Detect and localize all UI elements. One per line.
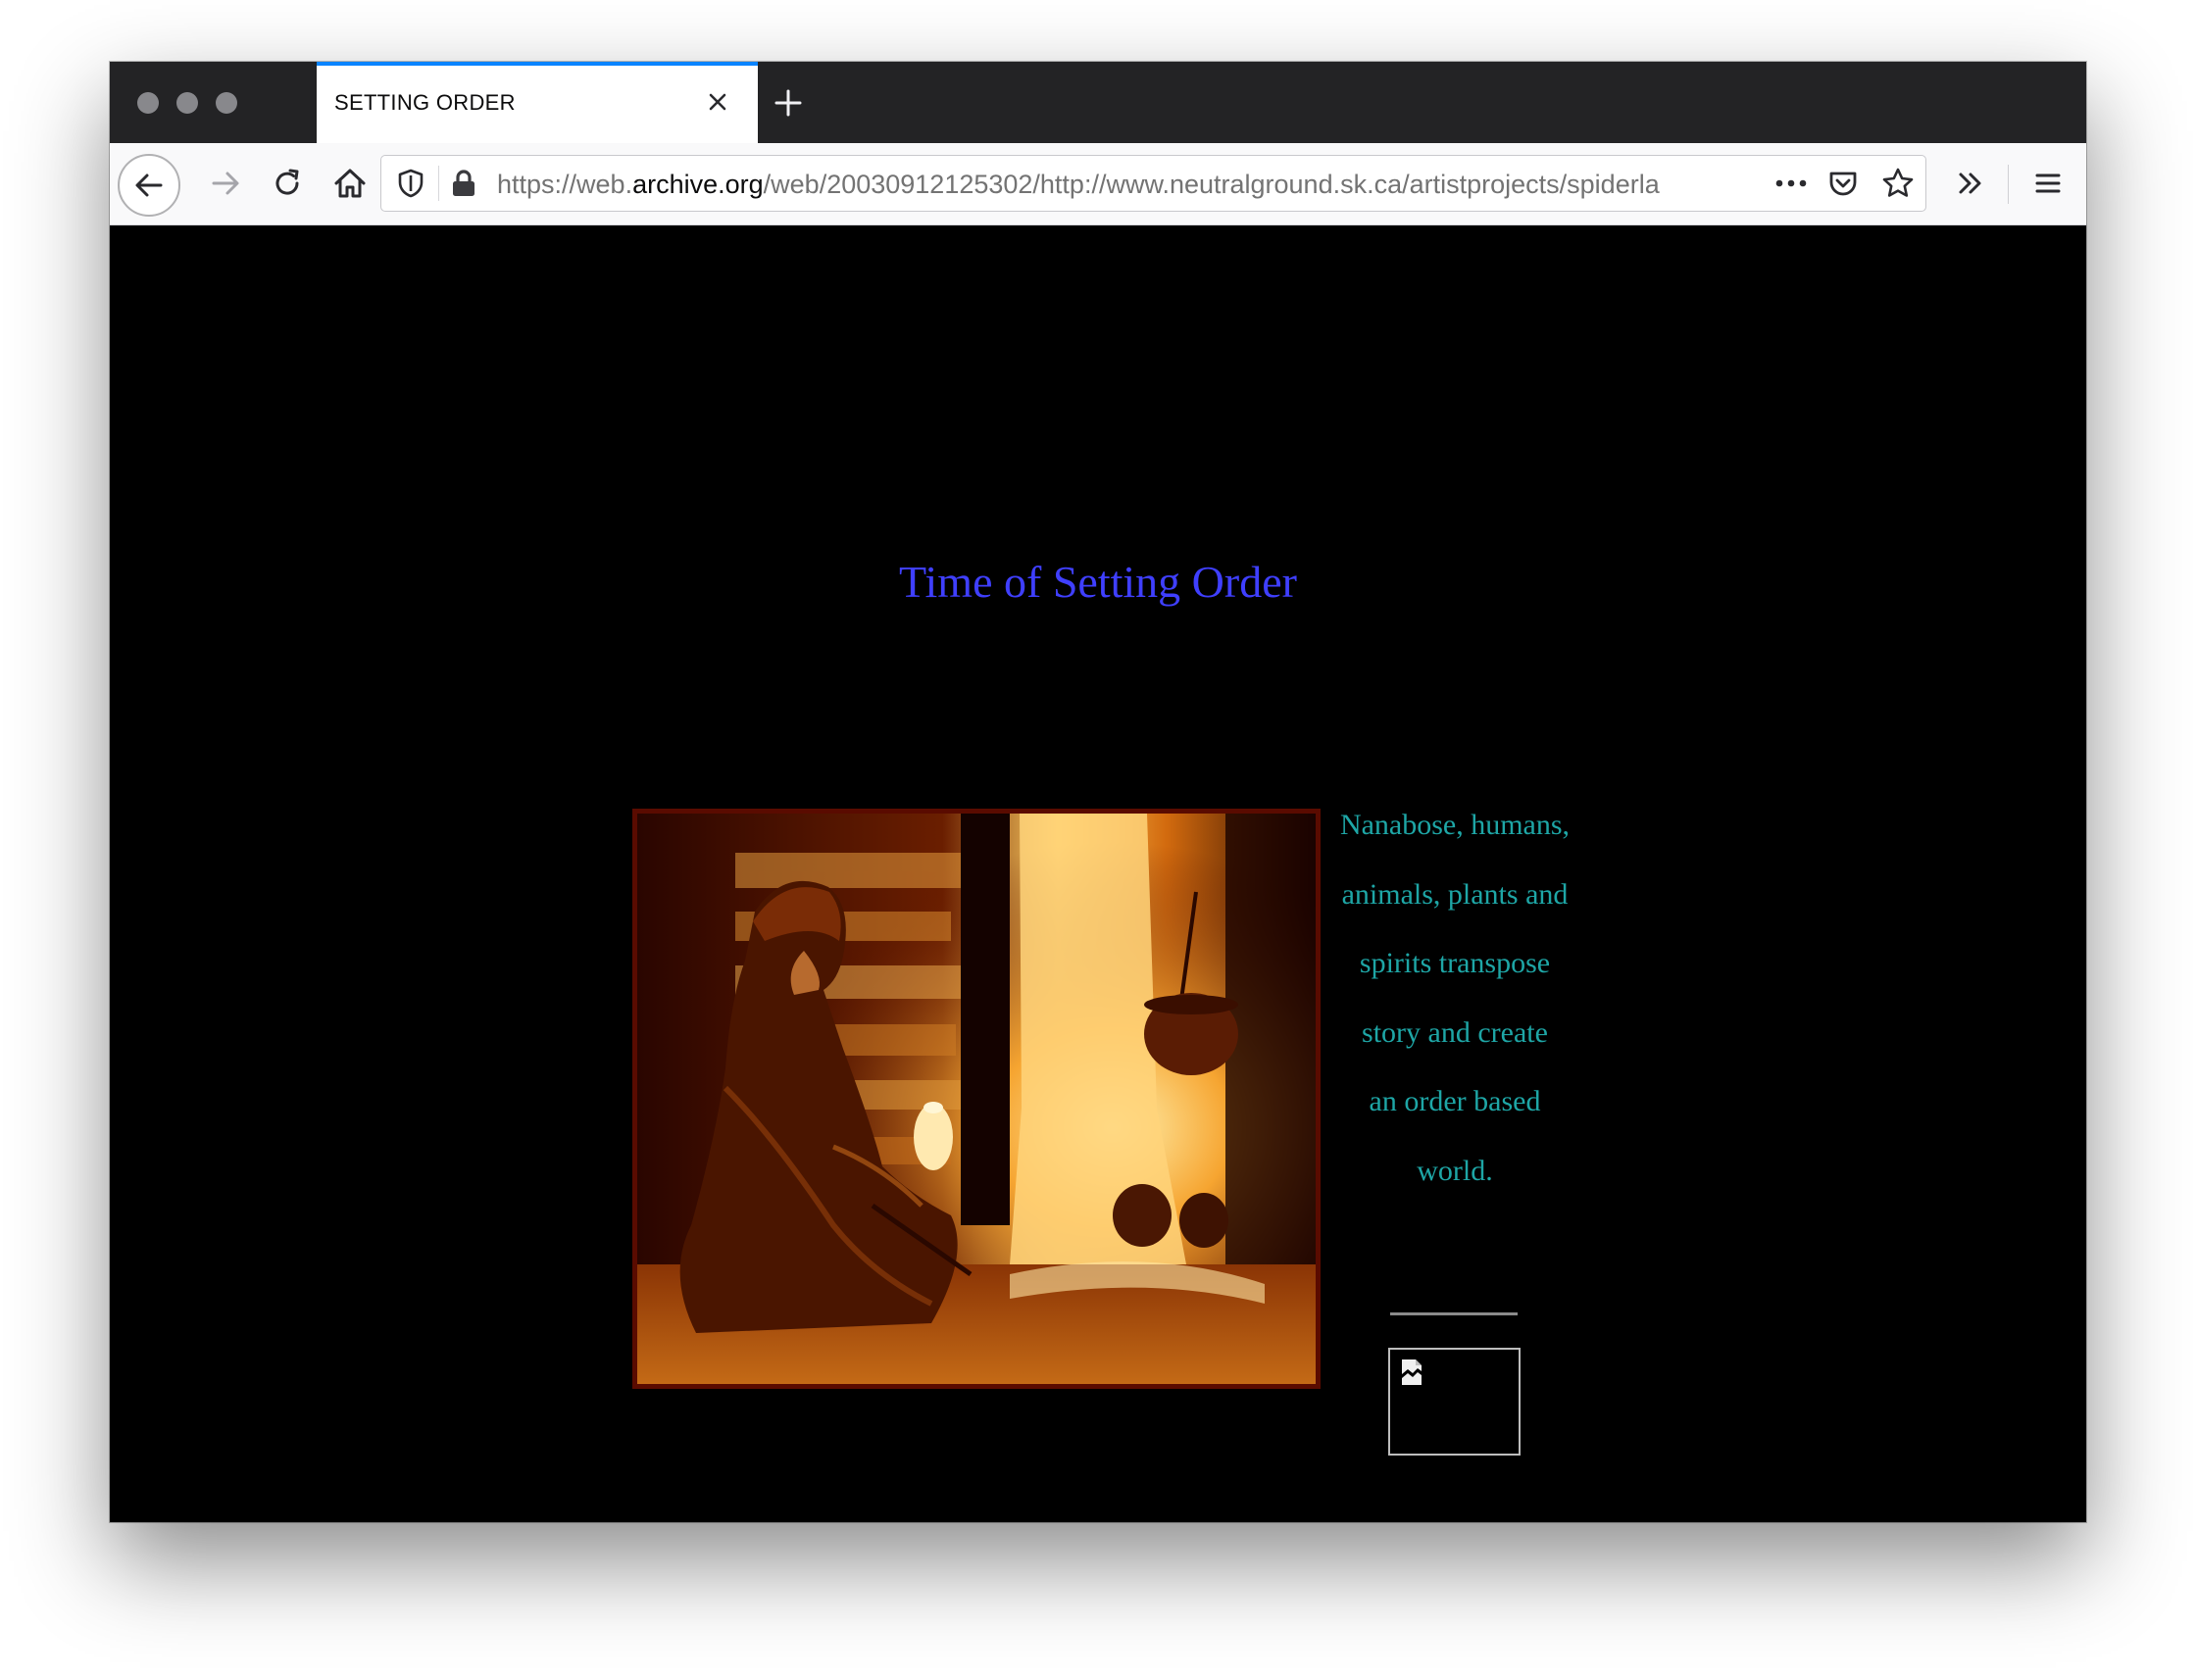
shield-icon[interactable] — [395, 168, 426, 199]
arrow-right-icon — [212, 172, 239, 195]
tab-active-indicator — [317, 62, 758, 66]
chevron-double-right-icon — [1959, 173, 1981, 194]
page-title: Time of Setting Order — [899, 557, 1297, 607]
menu-button[interactable] — [2019, 154, 2077, 213]
back-button[interactable] — [118, 154, 180, 217]
more-icon[interactable] — [1772, 170, 1811, 197]
poem-line: animals, plants and — [1341, 877, 1569, 911]
poem-line: spirits transpose — [1359, 947, 1551, 979]
tab-title: SETTING ORDER — [334, 90, 516, 115]
forward-button[interactable] — [196, 154, 255, 213]
reload-button[interactable] — [258, 154, 317, 213]
address-bar[interactable]: https://web.archive.org/web/200309121253… — [380, 155, 1926, 212]
page-content: Time of Setting Order Nanabose, humans, … — [110, 225, 2086, 1522]
arrow-left-icon — [135, 173, 163, 197]
window-zoom-dot[interactable] — [216, 92, 237, 114]
tab-setting-order[interactable]: SETTING ORDER — [317, 62, 758, 143]
browser-window: SETTING ORDER https://web.archive.org/we… — [110, 62, 2086, 1522]
broken-image-icon — [1402, 1359, 1422, 1385]
window-close-dot[interactable] — [137, 92, 159, 114]
url-text[interactable]: https://web.archive.org/web/200309121253… — [497, 170, 1762, 200]
urlbar-divider — [438, 166, 439, 201]
hamburger-menu-icon — [2035, 173, 2061, 193]
pocket-icon[interactable] — [1826, 167, 1860, 200]
poem-line: an order based — [1369, 1085, 1541, 1117]
poem-line: world. — [1417, 1154, 1493, 1187]
star-icon[interactable] — [1880, 166, 1916, 201]
window-minimize-dot[interactable] — [176, 92, 198, 114]
url-host: archive.org — [632, 170, 764, 199]
sepia-photograph — [632, 809, 1321, 1389]
close-icon[interactable] — [702, 86, 733, 118]
url-path: /web/20030912125302/http://www.neutralgr… — [763, 170, 1660, 199]
lock-icon[interactable] — [450, 169, 477, 198]
home-button[interactable] — [321, 154, 379, 213]
broken-image-link[interactable] — [1388, 1348, 1521, 1456]
horizontal-rule — [1390, 1312, 1518, 1315]
poem-line: Nanabose, humans, — [1339, 809, 1571, 841]
overflow-button[interactable] — [1941, 154, 2000, 213]
home-icon — [334, 169, 366, 198]
reload-icon — [275, 169, 299, 195]
tab-strip: SETTING ORDER — [110, 62, 2086, 143]
toolbar-separator — [2008, 165, 2009, 204]
plus-icon[interactable] — [771, 85, 806, 121]
navigation-toolbar: https://web.archive.org/web/200309121253… — [110, 143, 2086, 225]
woman-by-fire-photo — [637, 814, 1316, 1384]
poem-line: story and create — [1362, 1015, 1548, 1049]
poem-text: Nanabose, humans, animals, plants and sp… — [1322, 801, 1588, 1215]
url-prefix: https://web. — [497, 170, 633, 199]
